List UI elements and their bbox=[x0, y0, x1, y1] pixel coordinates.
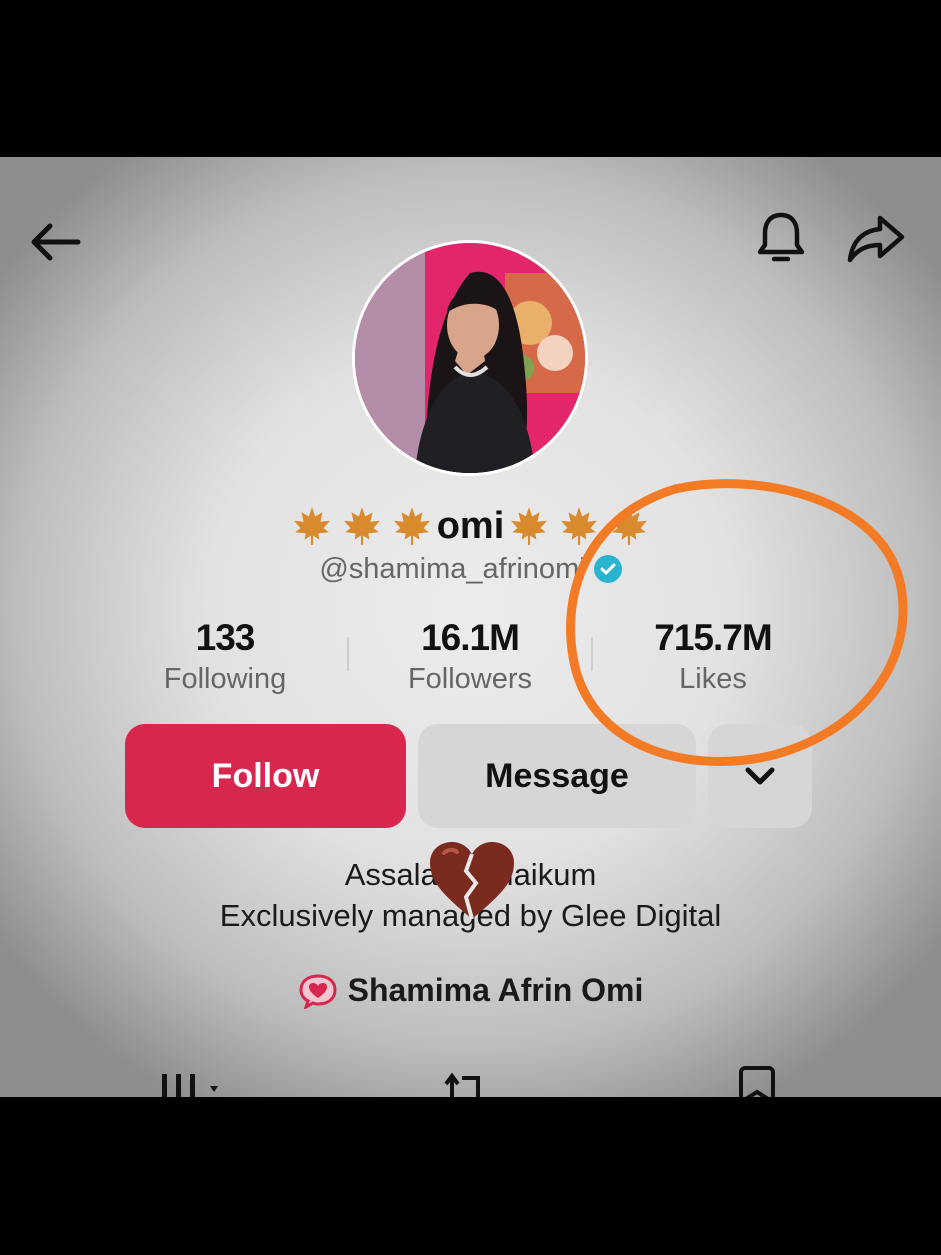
tab-videos[interactable] bbox=[160, 1062, 232, 1097]
bookmark-icon bbox=[739, 1066, 775, 1097]
stat-followers[interactable]: 16.1M Followers bbox=[350, 617, 590, 696]
display-name: omi bbox=[436, 504, 505, 547]
bell-icon bbox=[757, 212, 805, 262]
username-handle: @shamima_afrinomi bbox=[319, 552, 586, 585]
share-icon bbox=[847, 215, 905, 263]
tab-favorites[interactable] bbox=[737, 1062, 777, 1097]
stat-following[interactable]: 133 Following bbox=[105, 617, 345, 696]
share-button[interactable] bbox=[844, 211, 908, 267]
back-button[interactable] bbox=[24, 217, 84, 267]
tab-reposts[interactable] bbox=[442, 1062, 498, 1097]
followers-count: 16.1M bbox=[421, 617, 520, 658]
maple-leaf-icon bbox=[343, 507, 380, 545]
annotation-circle bbox=[566, 479, 908, 766]
chat-heart-icon bbox=[299, 973, 337, 1009]
arrow-left-icon bbox=[31, 223, 81, 261]
videos-grid-icon bbox=[162, 1074, 218, 1097]
following-count: 133 bbox=[195, 617, 256, 658]
broken-heart-icon bbox=[430, 842, 514, 920]
profile-screen: omi @shamima_afrinomi 133 Following 16.1… bbox=[0, 157, 941, 1097]
linked-account-name: Shamima Afrin Omi bbox=[347, 972, 644, 1008]
maple-leaf-icon bbox=[393, 507, 430, 545]
avatar[interactable] bbox=[352, 240, 588, 476]
maple-leaf-icon bbox=[293, 507, 330, 545]
following-label: Following bbox=[163, 663, 287, 695]
profile-photo bbox=[355, 243, 585, 473]
notification-bell-button[interactable] bbox=[752, 207, 810, 269]
repost-icon bbox=[444, 1072, 480, 1097]
followers-label: Followers bbox=[407, 663, 533, 695]
linked-account-row[interactable]: Shamima Afrin Omi bbox=[0, 972, 941, 1009]
maple-leaf-icon bbox=[511, 507, 548, 545]
follow-button[interactable]: Follow bbox=[125, 724, 406, 828]
stat-divider bbox=[347, 637, 349, 671]
